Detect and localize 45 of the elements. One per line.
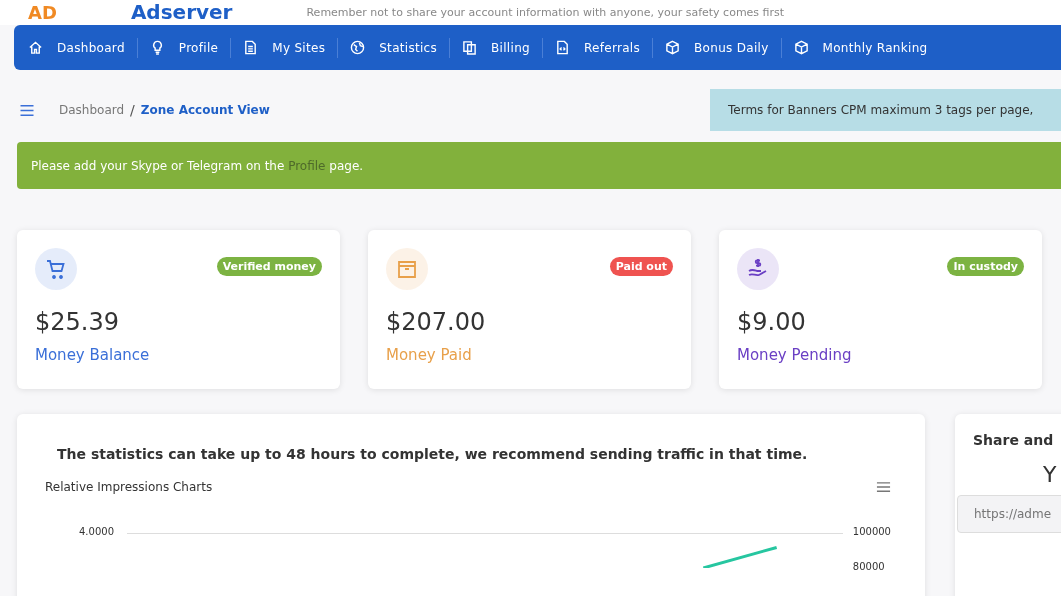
home-icon	[28, 40, 43, 55]
nav-link[interactable]: Billing	[462, 40, 542, 55]
axis-tick-label: 4.0000	[79, 526, 114, 537]
card-label: Money Balance	[35, 346, 151, 364]
file-icon	[554, 40, 570, 55]
menu-icon[interactable]	[876, 481, 891, 493]
status-badge: In custody	[947, 257, 1024, 276]
nav-link[interactable]: Referrals	[554, 40, 653, 55]
status-badge: Verified money	[216, 257, 322, 276]
nav-link[interactable]: My Sites	[243, 40, 338, 55]
alert-text: Please add your Skype or Telegram on the Profile page.	[31, 158, 364, 173]
breadcrumb-link[interactable]: Dashboard	[59, 103, 125, 117]
nav-link[interactable]: Statistics	[350, 40, 450, 55]
card-label: Money Paid	[386, 346, 473, 364]
brand-name: Adserver	[130, 2, 233, 22]
nav-link[interactable]: Monthly Ranking	[793, 40, 940, 55]
chart-title: Relative Impressions Charts	[45, 480, 213, 494]
document-icon	[243, 40, 259, 55]
link-field[interactable]: https://adme	[957, 495, 1061, 533]
status-badge: Paid out	[609, 257, 673, 276]
nav-link[interactable]: Bonus Daily	[665, 40, 781, 55]
amount: $25.39	[35, 308, 120, 336]
stats-note: The statistics can take up to 48 hours to complete, we recommend sending traffic in that time.	[56, 446, 809, 462]
dollar-hand-icon	[737, 248, 779, 290]
nav-link[interactable]: Dashboard	[28, 40, 137, 55]
share-title: Share and	[973, 432, 1055, 448]
cart-icon	[35, 248, 77, 290]
cube-icon	[793, 40, 809, 55]
cube-icon	[665, 40, 681, 55]
breadcrumb-separator: /	[130, 102, 135, 118]
card-label: Money Pending	[737, 346, 853, 364]
axis-tick-label: 80000	[852, 561, 886, 572]
logo-mark: AD	[28, 4, 57, 22]
terms-notice: Terms for Banners CPM maximum 3 tags per page,	[710, 89, 1061, 131]
copy-icon	[462, 40, 478, 55]
share-heading: Y	[1043, 462, 1058, 487]
amount: $9.00	[737, 308, 807, 336]
breadcrumb-link[interactable]: Zone Account View	[140, 103, 270, 117]
axis-tick-label: 100000	[852, 526, 891, 537]
nav-link[interactable]: Profile	[149, 40, 231, 55]
safety-notice: Remember not to share your account information with anyone, your safety comes first	[306, 6, 785, 19]
globe-icon	[350, 40, 366, 55]
menu-icon[interactable]	[19, 103, 35, 117]
box-icon	[386, 248, 428, 290]
amount: $207.00	[386, 308, 487, 336]
